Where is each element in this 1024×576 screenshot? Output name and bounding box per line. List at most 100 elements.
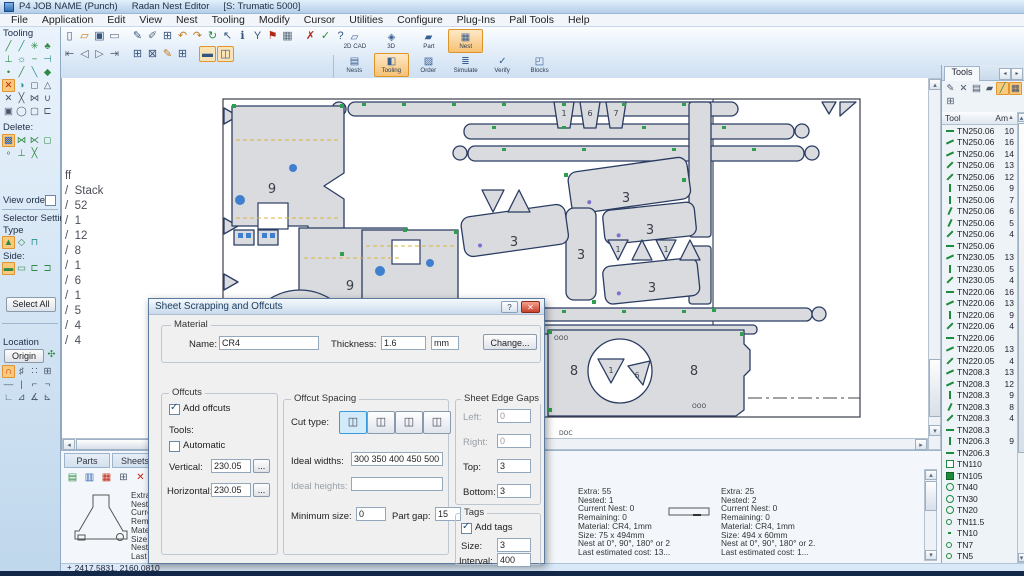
type-option-icon[interactable]: ⊓ bbox=[28, 236, 41, 249]
bar-part[interactable] bbox=[348, 102, 738, 116]
edit-part-icon[interactable]: ▥ bbox=[83, 471, 96, 484]
canvas-vscrollbar[interactable]: ▴ ▾ bbox=[928, 78, 941, 450]
tab-tools[interactable]: Tools bbox=[944, 66, 980, 81]
tool-bar-icon[interactable]: ▰ bbox=[983, 82, 996, 95]
first-icon[interactable]: ⇤ bbox=[62, 47, 77, 61]
washer-part[interactable] bbox=[812, 307, 826, 321]
menu-item[interactable]: Cursor bbox=[297, 14, 343, 26]
origin-button[interactable]: Origin bbox=[4, 349, 44, 363]
location-snap-icon[interactable]: ¬ bbox=[41, 378, 54, 391]
tool-row[interactable]: TN30 bbox=[942, 493, 1017, 505]
tool-row[interactable]: TN230.05 4 bbox=[942, 275, 1017, 287]
pick-icon[interactable]: ↖ bbox=[220, 29, 235, 43]
layout-h-icon[interactable]: ▬ bbox=[199, 46, 216, 62]
tool-row[interactable]: TN230.05 5 bbox=[942, 263, 1017, 275]
view-order-checkbox[interactable] bbox=[45, 195, 56, 206]
col-tool[interactable]: Tool bbox=[945, 113, 961, 123]
tool-row[interactable]: TN206.3 bbox=[942, 447, 1017, 459]
menu-item[interactable]: Edit bbox=[100, 14, 132, 26]
scroll-up-icon[interactable]: ▴ bbox=[925, 470, 937, 480]
location-snap-icon[interactable]: ⌐ bbox=[28, 378, 41, 391]
open-icon[interactable]: ▱ bbox=[77, 29, 92, 43]
tool-row[interactable]: TN250.06 5 bbox=[942, 217, 1017, 229]
menu-item[interactable]: View bbox=[132, 14, 169, 26]
tool-row[interactable]: TN220.05 13 bbox=[942, 344, 1017, 356]
tool-row[interactable]: TN220.06 9 bbox=[942, 309, 1017, 321]
dialog-title-bar[interactable]: Sheet Scrapping and Offcuts bbox=[149, 299, 544, 315]
tool-row[interactable]: TN250.06 7 bbox=[942, 194, 1017, 206]
thickness-field[interactable]: 1.6 bbox=[381, 336, 426, 350]
tool-row[interactable]: TN250.06 6 bbox=[942, 206, 1017, 218]
mode-button[interactable]: ✓ Verify bbox=[485, 53, 520, 77]
tooling-tool-icon[interactable]: ◻ bbox=[28, 79, 41, 92]
parts-vscrollbar[interactable]: ▴ ▾ bbox=[924, 469, 937, 561]
tool-table-icon[interactable]: ▦ bbox=[1009, 82, 1022, 95]
location-snap-icon[interactable]: — bbox=[2, 378, 15, 391]
delete-mode-icon[interactable]: ◻ bbox=[41, 134, 54, 147]
scroll-up-icon[interactable]: ▴ bbox=[929, 79, 941, 90]
copy-part-icon[interactable]: ⊞ bbox=[117, 471, 130, 484]
washer-part[interactable] bbox=[805, 146, 819, 160]
menu-item[interactable]: Modify bbox=[252, 14, 297, 26]
tool-row[interactable]: TN220.06 bbox=[942, 332, 1017, 344]
location-snap-icon[interactable]: ∩ bbox=[2, 365, 15, 378]
delete-mode-icon[interactable]: ⊥ bbox=[15, 147, 28, 160]
scroll-left-icon[interactable]: ◂ bbox=[63, 439, 75, 450]
tooling-tool-icon[interactable]: ✕ bbox=[2, 92, 15, 105]
location-snap-icon[interactable]: ∟ bbox=[2, 391, 15, 404]
delete-tool-icon[interactable]: ✕ bbox=[957, 82, 970, 95]
cut-type-button-4[interactable]: ◫ bbox=[423, 411, 451, 434]
location-snap-icon[interactable]: ∡ bbox=[28, 391, 41, 404]
horizontal-tool-field[interactable]: 230.05 bbox=[211, 483, 251, 497]
minimum-size-field[interactable]: 0 bbox=[356, 507, 386, 521]
change-material-button[interactable]: Change... bbox=[483, 334, 537, 350]
side-option-icon[interactable]: ⊏ bbox=[28, 262, 41, 275]
tool-row[interactable]: TN250.06 16 bbox=[942, 137, 1017, 149]
delete-mode-icon[interactable]: ∘ bbox=[2, 147, 15, 160]
delete-mode-icon[interactable]: ⋈ bbox=[15, 134, 28, 147]
tool-row[interactable]: TN230.05 13 bbox=[942, 252, 1017, 264]
tab-scroll-left-icon[interactable]: ◂ bbox=[999, 68, 1011, 80]
tooling-tool-icon[interactable]: • bbox=[2, 66, 15, 79]
part-thumbnail[interactable] bbox=[667, 499, 713, 525]
delete-mode-icon[interactable]: ⋉ bbox=[28, 134, 41, 147]
tool-row[interactable]: TN208.3 13 bbox=[942, 367, 1017, 379]
tools-table-header[interactable]: Tool Am ▲ bbox=[942, 112, 1017, 125]
tooling-tool-icon[interactable]: ╲ bbox=[28, 66, 41, 79]
tool-row[interactable]: TN250.06 14 bbox=[942, 148, 1017, 160]
tool-row[interactable]: TN7 bbox=[942, 539, 1017, 551]
tool-row[interactable]: TN5 bbox=[942, 551, 1017, 563]
print-icon[interactable]: ▭ bbox=[107, 29, 122, 43]
edit-icon[interactable]: ✎ bbox=[160, 47, 175, 61]
tooling-tool-icon[interactable]: ▢ bbox=[28, 105, 41, 118]
automatic-checkbox[interactable] bbox=[169, 441, 180, 452]
menu-item[interactable]: Configure bbox=[390, 14, 450, 26]
cut-type-button-1[interactable]: ◫ bbox=[339, 411, 367, 434]
location-snap-icon[interactable]: ♯ bbox=[15, 365, 28, 378]
vertical-tool-field[interactable]: 230.05 bbox=[211, 459, 251, 473]
washer-part[interactable] bbox=[453, 146, 467, 160]
location-snap-icon[interactable]: | bbox=[15, 378, 28, 391]
flag-icon[interactable]: ⚑ bbox=[265, 29, 280, 43]
select-all-button[interactable]: Select All bbox=[6, 297, 56, 312]
tooling-tool-icon[interactable]: ╱ bbox=[15, 66, 28, 79]
tool-row[interactable]: TN208.3 12 bbox=[942, 378, 1017, 390]
edge-bottom-field[interactable]: 3 bbox=[497, 484, 531, 498]
tool-row[interactable]: TN208.3 bbox=[942, 424, 1017, 436]
part-thumbnail[interactable] bbox=[71, 491, 131, 549]
tooling-tool-icon[interactable]: ⊣ bbox=[41, 53, 54, 66]
tab-parts[interactable]: Parts bbox=[64, 453, 110, 468]
tooling-tool-icon[interactable]: ☼ bbox=[15, 53, 28, 66]
tool-row[interactable]: TN105 bbox=[942, 470, 1017, 482]
add-offcuts-checkbox[interactable] bbox=[169, 404, 180, 415]
menu-item[interactable]: Nest bbox=[169, 14, 205, 26]
side-option-icon[interactable]: ▭ bbox=[15, 262, 28, 275]
horizontal-browse-button[interactable]: ... bbox=[253, 483, 270, 497]
tool-row[interactable]: TN208.3 4 bbox=[942, 413, 1017, 425]
tool-row[interactable]: TN250.06 4 bbox=[942, 229, 1017, 241]
type-option-icon[interactable]: ◇ bbox=[15, 236, 28, 249]
tooling-tool-icon[interactable]: ✳ bbox=[28, 40, 41, 53]
tool-row[interactable]: TN250.06 bbox=[942, 240, 1017, 252]
tool-row[interactable]: TN250.06 9 bbox=[942, 183, 1017, 195]
delete-part-icon[interactable]: ✕ bbox=[134, 471, 147, 484]
